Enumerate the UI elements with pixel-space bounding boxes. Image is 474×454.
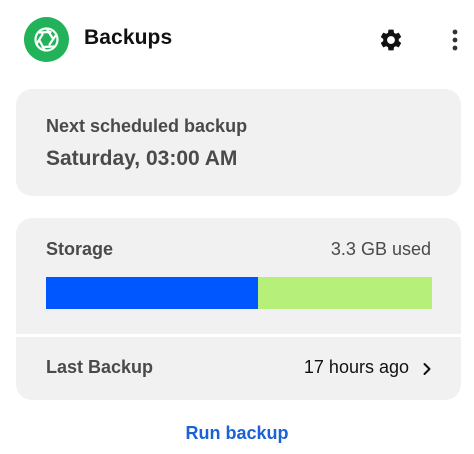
page-title: Backups (84, 26, 173, 49)
header: Backups (0, 0, 474, 80)
gear-icon (380, 29, 402, 51)
last-backup-label: Last Backup (46, 357, 154, 377)
schedule-label: Next scheduled backup (46, 116, 248, 136)
schedule-card: Next scheduled backup Saturday, 03:00 AM (16, 89, 461, 196)
camera-aperture-icon (24, 17, 69, 62)
settings-button[interactable] (378, 27, 404, 53)
more-vertical-icon (452, 29, 458, 51)
storage-usage-bar (46, 277, 432, 309)
last-backup-row[interactable]: Last Backup 17 hours ago (16, 337, 461, 400)
storage-label: Storage (46, 239, 114, 259)
storage-used-text: 3.3 GB used (330, 239, 431, 259)
storage-usage-bar-fill (46, 277, 258, 309)
storage-card: Storage 3.3 GB used Last Backup 17 hours… (16, 218, 461, 400)
more-options-button[interactable] (445, 27, 465, 53)
schedule-value: Saturday, 03:00 AM (46, 147, 238, 170)
chevron-right-icon (423, 363, 431, 375)
run-backup-button[interactable]: Run backup (0, 423, 474, 444)
backups-page: Backups Next scheduled backup Saturday, … (0, 0, 474, 454)
last-backup-value: 17 hours ago (303, 357, 409, 377)
